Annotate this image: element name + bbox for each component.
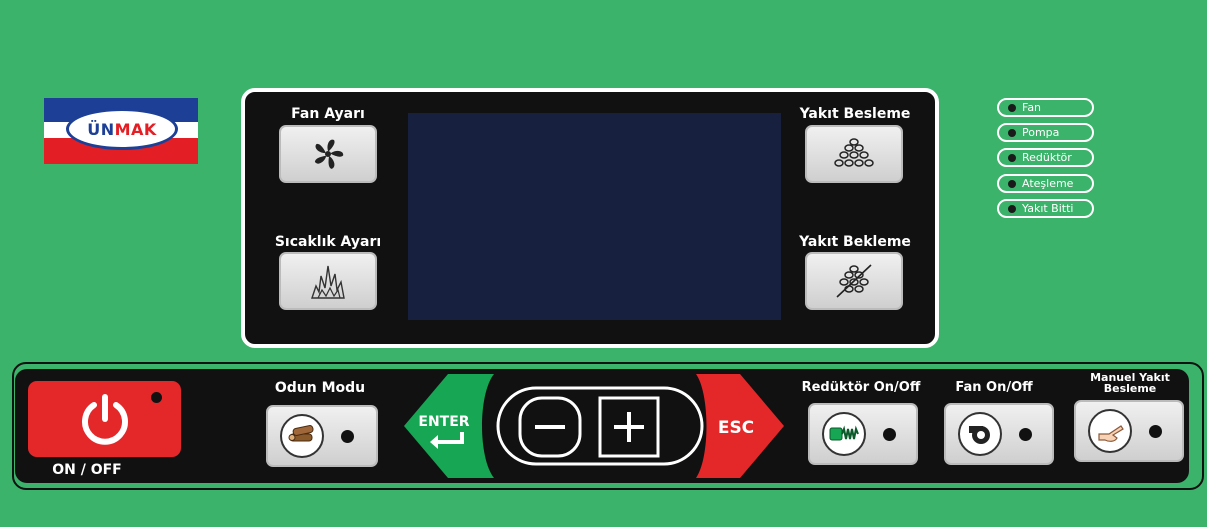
indicator-fan: Fan: [997, 98, 1094, 117]
power-led-icon: [151, 392, 162, 403]
indicator-label: Redüktör: [1022, 151, 1072, 164]
display-panel: Fan Ayarı Sıcaklık Ayarı Yakıt Besleme Y…: [241, 88, 939, 348]
reducer-button[interactable]: [808, 403, 918, 465]
brand-logo: ÜN MAK: [44, 98, 198, 164]
pointing-hand-icon: [1088, 409, 1132, 453]
fan-toggle-label: Fan On/Off: [955, 380, 1033, 395]
indicator-pump: Pompa: [997, 123, 1094, 142]
indicator-reducer: Redüktör: [997, 148, 1094, 167]
fuel-feed-button[interactable]: [805, 125, 903, 183]
reducer-led-icon: [883, 428, 896, 441]
led-icon: [1008, 179, 1016, 188]
wood-mode-led-icon: [341, 430, 354, 443]
manual-feed-led-icon: [1149, 425, 1162, 438]
reducer-label: Redüktör On/Off: [801, 380, 921, 395]
led-icon: [1008, 103, 1016, 112]
manual-feed-label: Manuel Yakıt Besleme: [1070, 372, 1190, 394]
power-icon: [81, 394, 128, 445]
fan-setting-label: Fan Ayarı: [291, 106, 365, 122]
fan-toggle-button[interactable]: [944, 403, 1054, 465]
fuel-wait-label: Yakıt Bekleme: [799, 234, 911, 250]
lcd-screen: [408, 113, 781, 320]
enter-label: ENTER: [418, 414, 470, 430]
wood-mode-label: Odun Modu: [274, 380, 366, 396]
led-icon: [1008, 128, 1016, 137]
manual-feed-button[interactable]: [1074, 400, 1184, 462]
pellets-icon: [834, 138, 874, 167]
temperature-setting-label: Sıcaklık Ayarı: [274, 234, 382, 250]
manual-feed-label-line2: Besleme: [1103, 382, 1157, 395]
blower-icon: [958, 412, 1002, 456]
indicator-label: Yakıt Bitti: [1022, 202, 1074, 215]
indicator-label: Ateşleme: [1022, 177, 1074, 190]
led-icon: [1008, 204, 1016, 213]
reducer-motor-icon: [822, 412, 866, 456]
logo-text-part2: MAK: [114, 119, 157, 139]
power-label: ON / OFF: [52, 462, 122, 478]
temperature-setting-button[interactable]: [279, 252, 377, 310]
wood-mode-button[interactable]: [266, 405, 378, 467]
indicator-label: Pompa: [1022, 126, 1060, 139]
esc-label: ESC: [717, 418, 755, 438]
indicator-label: Fan: [1022, 101, 1042, 114]
pellets-crossed-icon: [836, 264, 872, 298]
fan-icon: [314, 139, 344, 169]
indicator-fuel-empty: Yakıt Bitti: [997, 199, 1094, 218]
flame-icon: [311, 265, 345, 299]
fuel-feed-label: Yakıt Besleme: [799, 106, 911, 122]
logs-icon: [280, 414, 324, 458]
logo-text-part1: ÜN: [87, 119, 115, 139]
fan-setting-button[interactable]: [279, 125, 377, 183]
fan-led-icon: [1019, 428, 1032, 441]
led-icon: [1008, 153, 1016, 162]
fuel-wait-button[interactable]: [805, 252, 903, 310]
indicator-ignition: Ateşleme: [997, 174, 1094, 193]
